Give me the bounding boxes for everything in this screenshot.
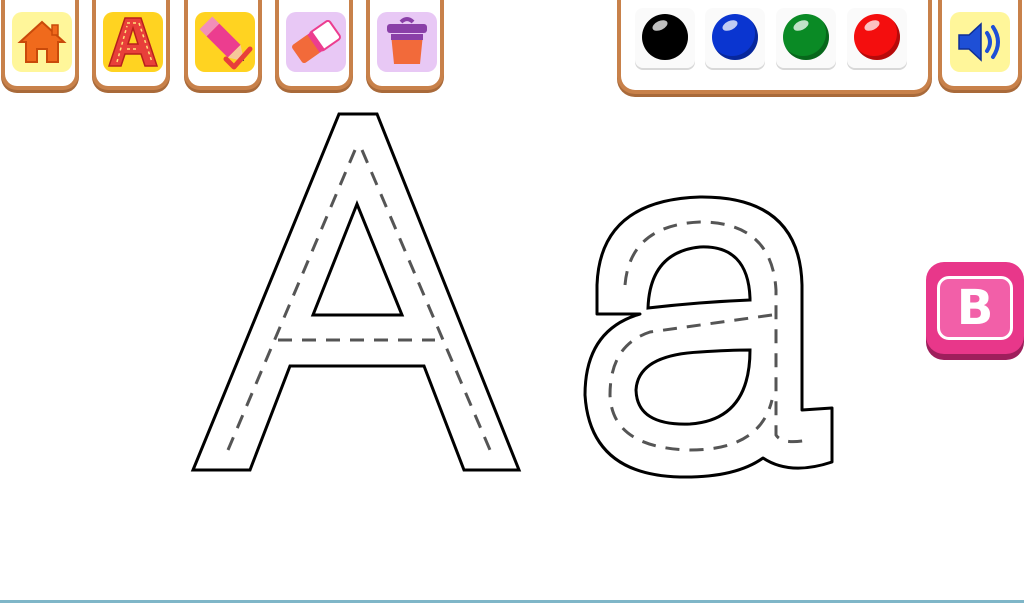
uppercase-letter-a (190, 112, 522, 472)
tracing-canvas[interactable] (0, 0, 1024, 603)
lowercase-letter-a (583, 195, 834, 479)
next-letter-button[interactable]: B (926, 262, 1024, 354)
next-letter-label: B (937, 276, 1013, 340)
